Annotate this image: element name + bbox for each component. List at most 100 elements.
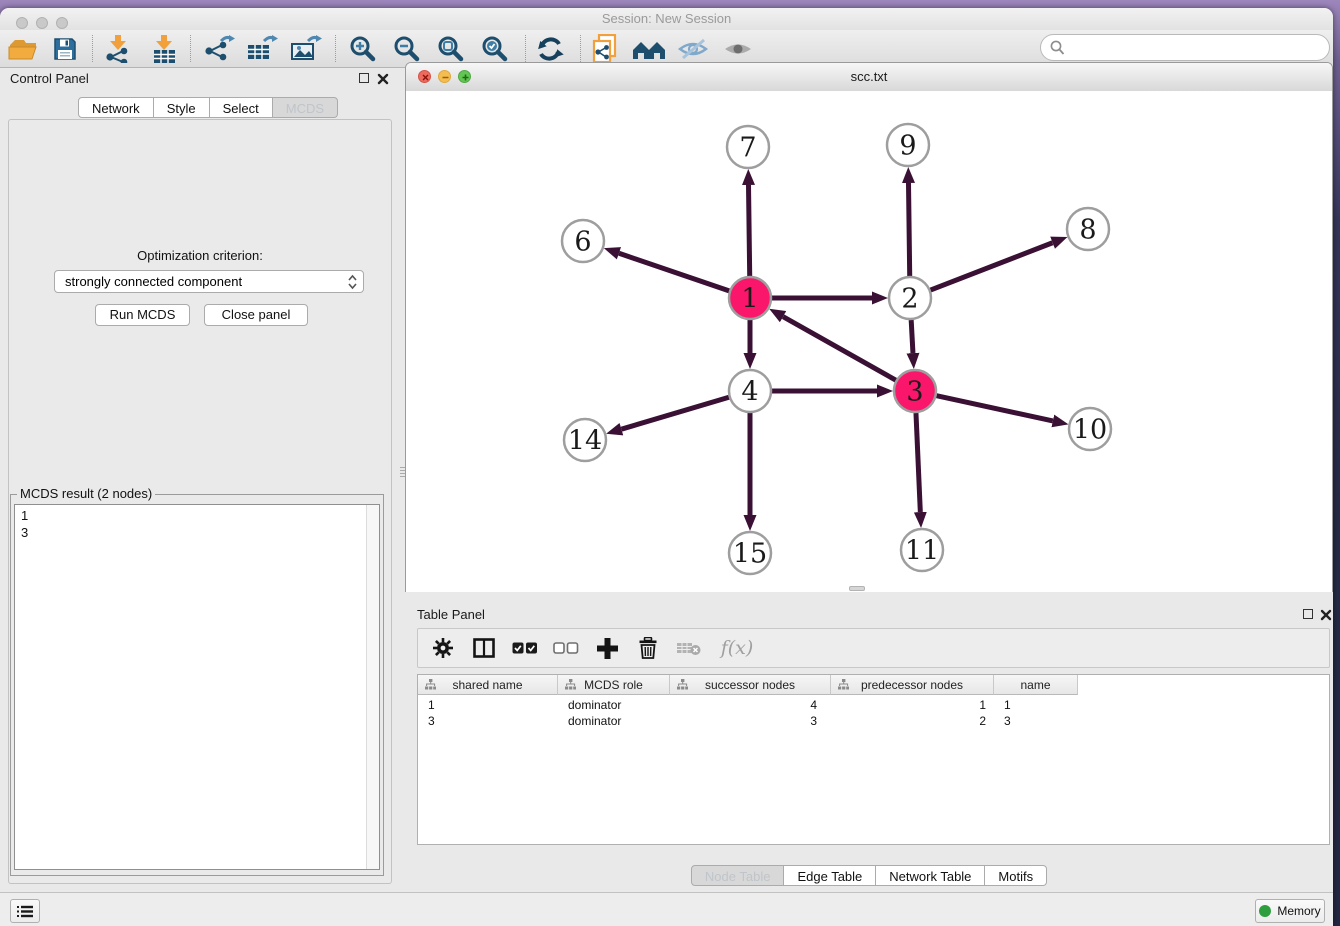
export-image-button[interactable] xyxy=(287,32,325,65)
column-header-shared-name[interactable]: shared name xyxy=(418,675,558,695)
save-session-button[interactable] xyxy=(46,32,84,65)
network-resize-grip[interactable] xyxy=(849,586,865,591)
gear-icon xyxy=(432,637,454,659)
import-network-button[interactable] xyxy=(99,32,137,65)
tab-network[interactable]: Network xyxy=(78,97,154,118)
mcds-result-text: 1 3 xyxy=(21,507,28,541)
zoom-in-button[interactable] xyxy=(344,32,382,65)
graph-node-14[interactable]: 14 xyxy=(564,419,606,461)
graph-edge-2-3[interactable] xyxy=(911,320,913,353)
criterion-dropdown[interactable]: strongly connected component xyxy=(54,270,364,293)
graph-node-11[interactable]: 11 xyxy=(901,529,943,571)
export-network-button[interactable] xyxy=(200,32,238,65)
tab-motifs[interactable]: Motifs xyxy=(985,865,1047,886)
checked-boxes-icon xyxy=(512,642,538,655)
graph-node-8[interactable]: 8 xyxy=(1067,208,1109,250)
open-session-button[interactable] xyxy=(4,32,42,65)
cell-predecessor-nodes[interactable]: 2 xyxy=(831,713,994,729)
graph-edge-1-6[interactable] xyxy=(619,253,729,291)
tab-select[interactable]: Select xyxy=(210,97,273,118)
control-panel-float-button[interactable] xyxy=(359,73,369,83)
graph-edge-3-1[interactable] xyxy=(783,317,896,381)
houses-button[interactable] xyxy=(630,32,668,65)
graph-node-6[interactable]: 6 xyxy=(562,220,604,262)
cell-predecessor-nodes[interactable]: 1 xyxy=(831,697,994,713)
zoom-selected-button[interactable] xyxy=(476,32,514,65)
cell-successor-nodes[interactable]: 4 xyxy=(670,697,831,713)
result-scrollbar[interactable] xyxy=(366,505,379,869)
mcds-result-title: MCDS result (2 nodes) xyxy=(17,486,155,501)
show-column-panel-button[interactable] xyxy=(471,635,497,661)
tab-mcds[interactable]: MCDS xyxy=(273,97,338,118)
cell-successor-nodes[interactable]: 3 xyxy=(670,713,831,729)
graph-edge-3-11[interactable] xyxy=(916,413,920,512)
graph-edge-2-8[interactable] xyxy=(931,243,1053,290)
function-builder-button[interactable]: f(x) xyxy=(717,635,757,661)
memory-button[interactable]: Memory xyxy=(1255,899,1325,923)
delete-table-button[interactable] xyxy=(676,635,702,661)
graph-node-1[interactable]: 1 xyxy=(729,277,771,319)
export-table-button[interactable] xyxy=(243,32,281,65)
cell-shared-name[interactable]: 3 xyxy=(418,713,558,729)
refresh-view-button[interactable] xyxy=(531,32,569,65)
table-toolbar: f(x) xyxy=(417,628,1330,668)
graph-edge-3-10[interactable] xyxy=(936,396,1052,421)
create-column-button[interactable] xyxy=(594,635,620,661)
run-mcds-button[interactable]: Run MCDS xyxy=(95,304,190,326)
network-window-titlebar[interactable]: scc.txt xyxy=(406,63,1332,92)
status-bar: Memory xyxy=(0,892,1333,926)
network-window: scc.txt 7 9 6 8 1 2 4 3 14 10 15 11 xyxy=(405,62,1333,592)
delete-table-icon xyxy=(676,639,702,657)
node-table[interactable]: shared name MCDS role successor nodes pr… xyxy=(417,674,1330,845)
table-settings-button[interactable] xyxy=(430,635,456,661)
table-panel-float-button[interactable] xyxy=(1303,609,1313,619)
tab-style[interactable]: Style xyxy=(154,97,210,118)
close-panel-button[interactable]: Close panel xyxy=(204,304,308,326)
zoom-fit-button[interactable] xyxy=(432,32,470,65)
column-header-predecessor-nodes[interactable]: predecessor nodes xyxy=(831,675,994,695)
cell-mcds-role[interactable]: dominator xyxy=(558,697,670,713)
graph-node-9[interactable]: 9 xyxy=(887,124,929,166)
tab-network-table[interactable]: Network Table xyxy=(876,865,985,886)
tab-node-table[interactable]: Node Table xyxy=(691,865,785,886)
unselect-all-button[interactable] xyxy=(553,635,579,661)
graph-node-label: 3 xyxy=(906,377,923,408)
zoom-in-icon xyxy=(349,35,377,63)
cell-name[interactable]: 1 xyxy=(994,697,1078,713)
graph-node-10[interactable]: 10 xyxy=(1069,408,1111,450)
control-panel-close-button[interactable] xyxy=(377,72,389,84)
hide-details-button[interactable] xyxy=(674,32,712,65)
memory-status-icon xyxy=(1259,905,1271,917)
network-graph[interactable]: 7 9 6 8 1 2 4 3 14 10 15 11 xyxy=(406,91,1332,592)
task-history-button[interactable] xyxy=(10,899,40,923)
table-panel-close-button[interactable] xyxy=(1320,608,1332,620)
graph-node-7[interactable]: 7 xyxy=(727,126,769,168)
graph-edge-1-7[interactable] xyxy=(749,185,750,276)
graph-node-15[interactable]: 15 xyxy=(729,532,771,574)
network-canvas[interactable]: 7 9 6 8 1 2 4 3 14 10 15 11 xyxy=(406,91,1332,592)
column-header-name[interactable]: name xyxy=(994,675,1078,695)
show-details-button[interactable] xyxy=(719,32,757,65)
graph-node-4[interactable]: 4 xyxy=(729,370,771,412)
zoom-out-button[interactable] xyxy=(388,32,426,65)
graph-node-2[interactable]: 2 xyxy=(889,277,931,319)
search-input[interactable] xyxy=(1069,37,1323,59)
tab-edge-table[interactable]: Edge Table xyxy=(784,865,876,886)
network-title: scc.txt xyxy=(406,69,1332,84)
column-header-successor-nodes[interactable]: successor nodes xyxy=(670,675,831,695)
cell-shared-name[interactable]: 1 xyxy=(418,697,558,713)
trash-icon xyxy=(638,637,658,659)
mcds-result-box[interactable]: 1 3 xyxy=(14,504,380,870)
select-all-button[interactable] xyxy=(512,635,538,661)
cell-name[interactable]: 3 xyxy=(994,713,1078,729)
duplicate-network-button[interactable] xyxy=(586,32,624,65)
import-table-button[interactable] xyxy=(145,32,183,65)
column-header-mcds-role[interactable]: MCDS role xyxy=(558,675,670,695)
graph-edge-2-9[interactable] xyxy=(908,183,909,276)
cell-mcds-role[interactable]: dominator xyxy=(558,713,670,729)
zoom-selected-icon xyxy=(481,35,509,63)
graph-edge-4-14[interactable] xyxy=(621,397,728,429)
delete-column-button[interactable] xyxy=(635,635,661,661)
graph-node-3[interactable]: 3 xyxy=(894,370,936,412)
table-panel: Table Panel xyxy=(405,592,1333,892)
